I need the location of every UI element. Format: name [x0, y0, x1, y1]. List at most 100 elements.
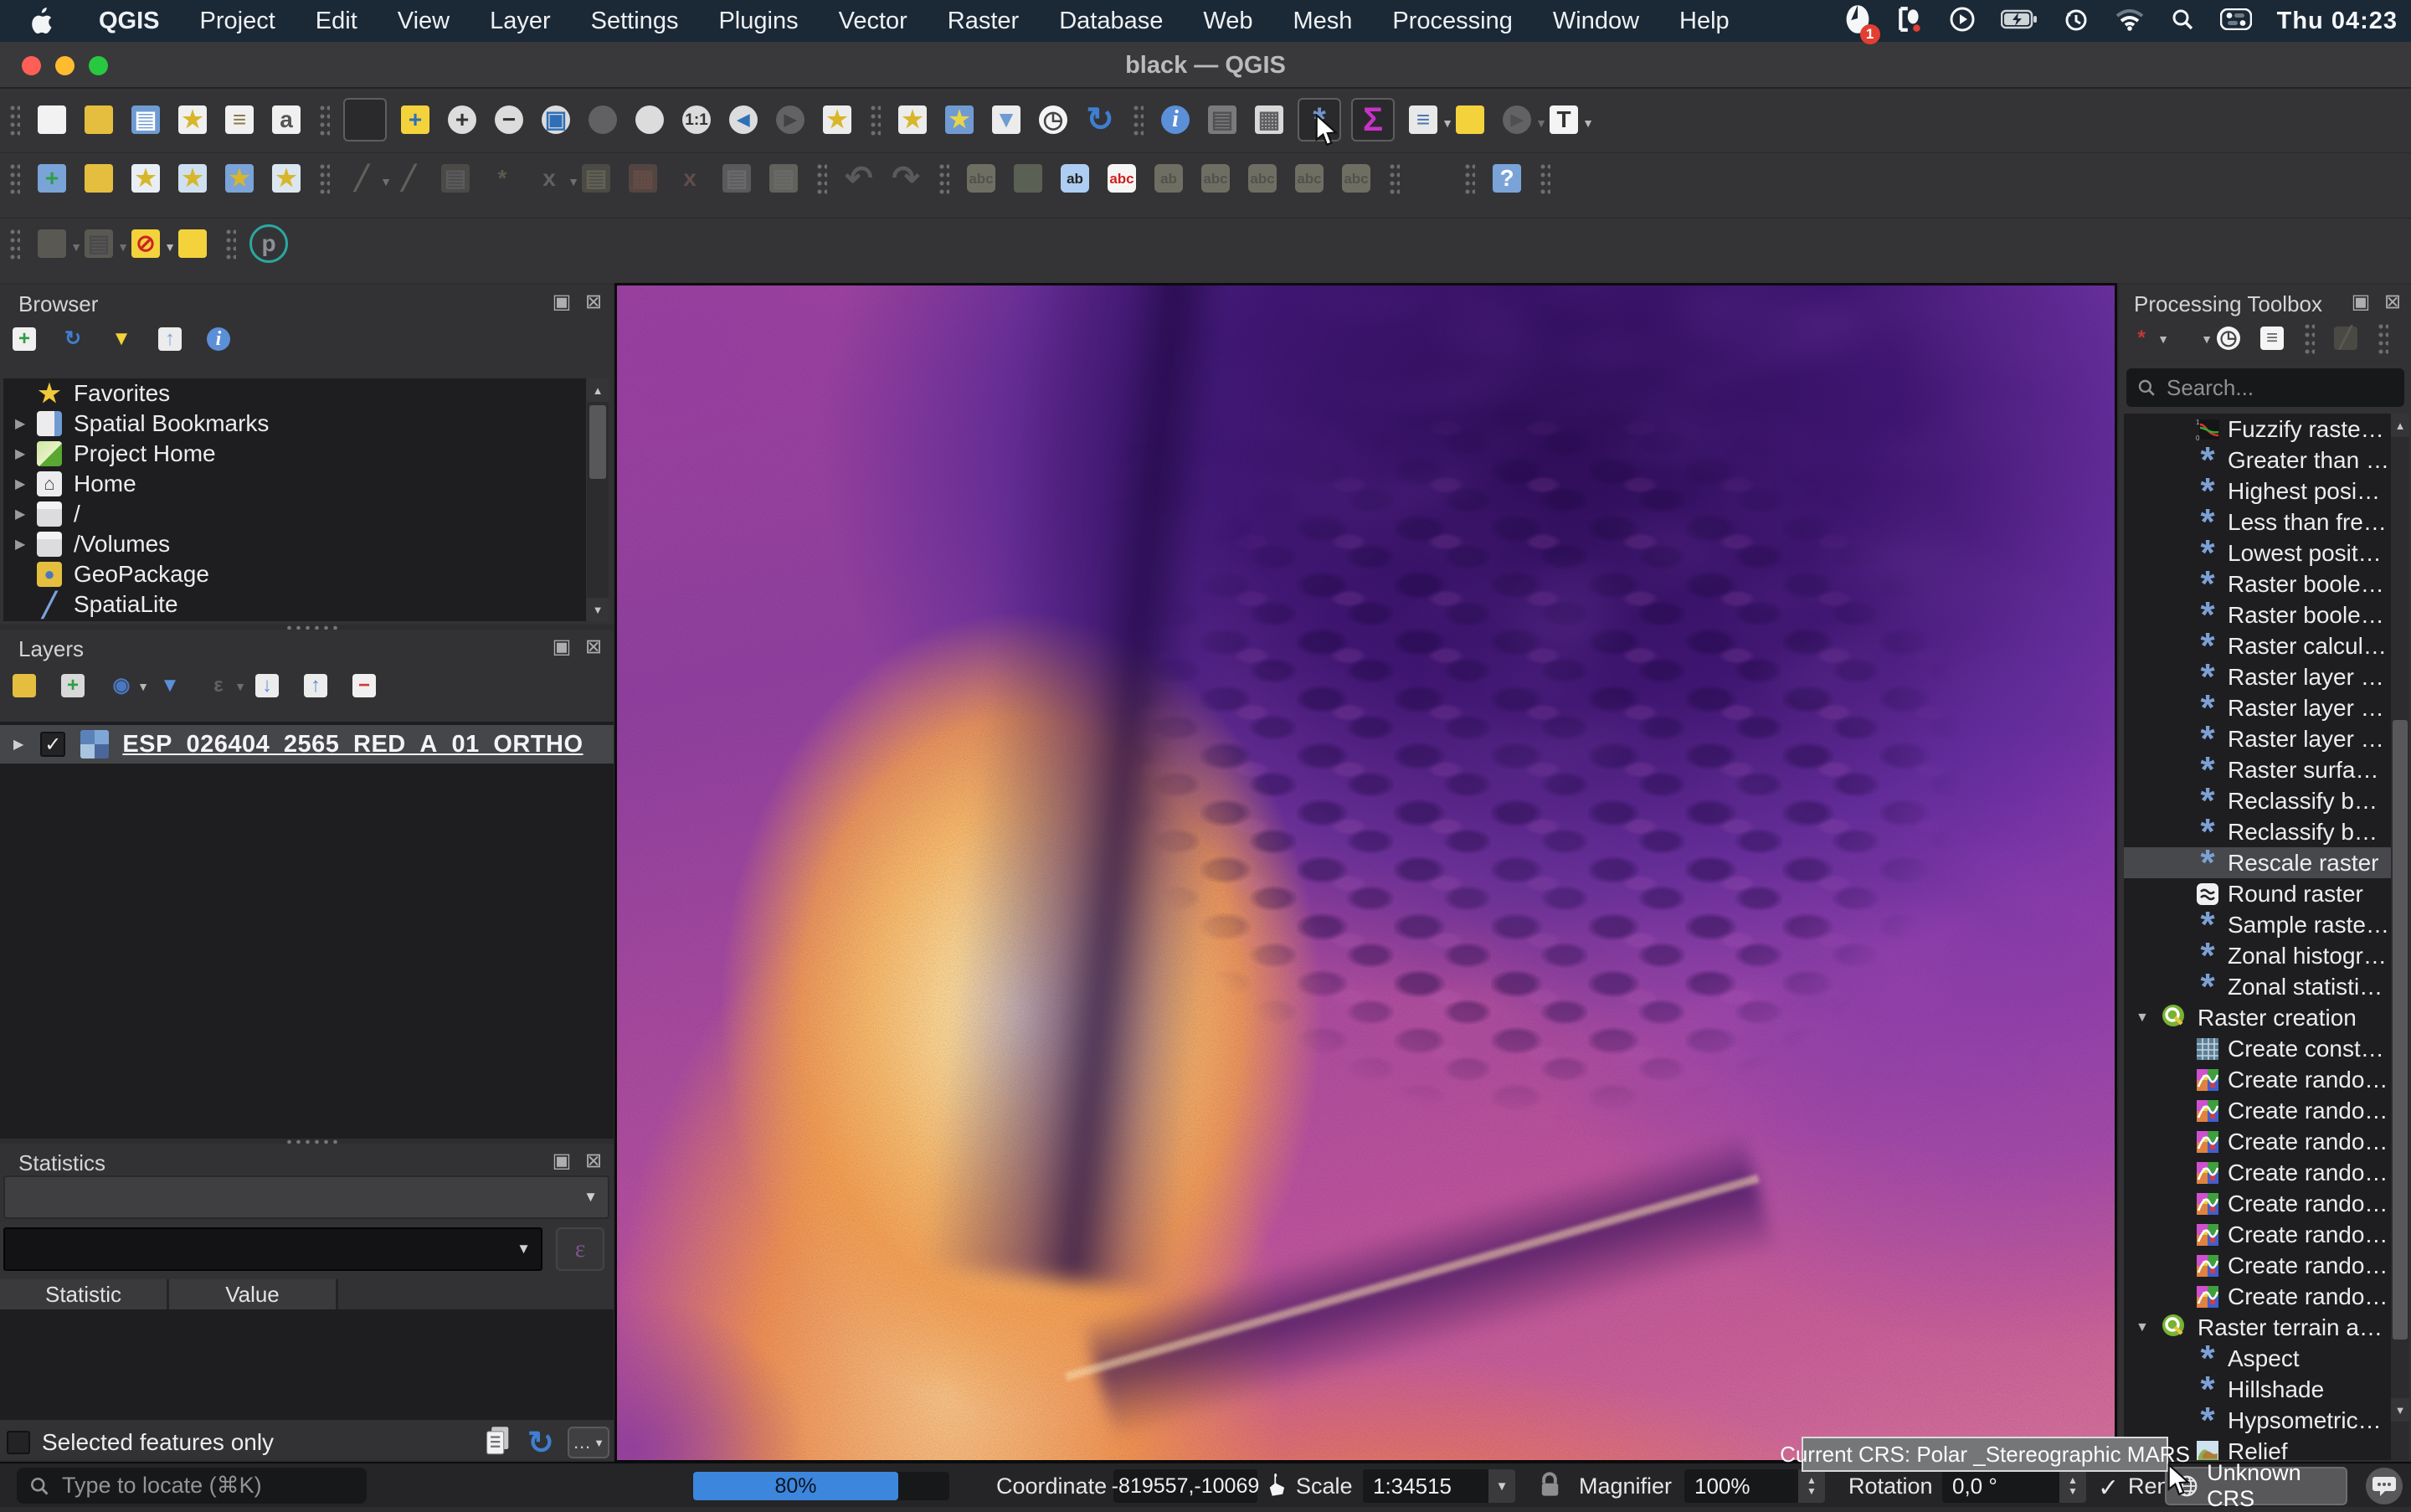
collapse-all-icon[interactable]: ↑	[154, 323, 186, 355]
menu-item-qgis[interactable]: QGIS	[79, 8, 180, 35]
expression-button[interactable]: ε	[556, 1227, 604, 1271]
copy-features-icon[interactable]: ▤	[718, 160, 755, 197]
toggle-editing-icon[interactable]: ╱	[390, 160, 427, 197]
time-machine-icon[interactable]	[2063, 6, 2090, 37]
layer-name[interactable]: ESP_026404_2565_RED_A_01_ORTHO	[122, 731, 583, 759]
coordinate-value[interactable]: -819557,-10069	[1113, 1469, 1257, 1503]
new-map-view-icon[interactable]: ★	[819, 101, 856, 138]
toolbox-algorithm-createconst[interactable]: Create const…	[2124, 1033, 2391, 1064]
toolbox-scrollbar[interactable]: ▲▼	[2391, 414, 2409, 1460]
undo-icon[interactable]: ↶	[841, 160, 877, 197]
menu-item-web[interactable]: Web	[1183, 8, 1272, 35]
zoom-native-icon[interactable]: 1:1	[678, 101, 715, 138]
select-by-location-icon[interactable]	[174, 225, 211, 262]
browser-item-geopackage[interactable]: ●GeoPackage	[3, 559, 586, 589]
new-spatialite-layer-icon[interactable]: ★	[221, 160, 258, 197]
toolbox-algorithm-aspect[interactable]: *Aspect	[2124, 1343, 2391, 1374]
magnifier-spinbox[interactable]: 100% ▲▼	[1684, 1469, 1825, 1503]
toolbox-python-icon[interactable]: ▼	[2169, 322, 2201, 354]
toolbox-group-rastercreation[interactable]: ▼Raster creation	[2124, 1002, 2391, 1033]
toolbox-algorithm-rasterlayer[interactable]: *Raster layer …	[2124, 723, 2391, 754]
toolbox-algorithm-greaterthan[interactable]: *Greater than …	[2124, 445, 2391, 476]
browser-float-icon[interactable]: ▣	[550, 290, 573, 314]
toolbox-float-icon[interactable]: ▣	[2349, 290, 2372, 314]
toolbox-algorithm-zonalhistogr[interactable]: *Zonal histogr…	[2124, 940, 2391, 971]
remove-layer-icon[interactable]: −	[348, 670, 380, 702]
menu-item-raster[interactable]: Raster	[928, 8, 1039, 35]
cut-features-icon[interactable]: x	[671, 160, 708, 197]
refresh-browser-icon[interactable]: ↻	[57, 323, 89, 355]
toolbox-algorithm-createrando[interactable]: Create rando…	[2124, 1250, 2391, 1281]
toolbox-results-viewer-icon[interactable]: ≡	[2256, 322, 2288, 354]
show-spatial-bookmarks-icon[interactable]: ▼	[988, 101, 1025, 138]
layer-diagram-icon[interactable]	[1010, 160, 1046, 197]
toolbox-algorithm-rasterboole[interactable]: *Raster boole…	[2124, 599, 2391, 630]
toolbox-algorithm-createrando[interactable]: Create rando…	[2124, 1064, 2391, 1095]
expand-icon[interactable]: ▶	[15, 506, 25, 522]
zoom-last-icon[interactable]: ◀	[725, 101, 762, 138]
app-notification-icon[interactable]: 1	[1843, 3, 1872, 39]
browser-scrollbar[interactable]: ▲▼	[587, 378, 609, 621]
toolbox-algorithm-lowestposit[interactable]: *Lowest posit…	[2124, 537, 2391, 568]
menu-item-help[interactable]: Help	[1659, 8, 1750, 35]
toolbox-algorithm-rastercalcul[interactable]: *Raster calcul…	[2124, 630, 2391, 661]
statistical-summary-icon[interactable]: ▦	[1251, 101, 1288, 138]
toolbox-algorithm-rasterboole[interactable]: *Raster boole…	[2124, 568, 2391, 599]
save-project-icon[interactable]: ▤	[127, 101, 164, 138]
new-virtual-layer-icon[interactable]: ★	[268, 160, 305, 197]
menu-item-mesh[interactable]: Mesh	[1272, 8, 1372, 35]
toolbox-algorithm-reclassifyb[interactable]: *Reclassify b…	[2124, 816, 2391, 847]
statistics-layer-select[interactable]: ▼	[3, 1175, 609, 1219]
browser-item-spatialbookmarks[interactable]: ▶Spatial Bookmarks	[3, 409, 586, 439]
collapse-all-layers-icon[interactable]: ↑	[300, 670, 332, 702]
move-label-diagram-icon[interactable]: abc	[1244, 160, 1281, 197]
toolbox-options-icon[interactable]: /	[2403, 322, 2411, 354]
statistics-menu-button[interactable]: …▼	[568, 1427, 609, 1458]
toolbox-algorithm-createrando[interactable]: Create rando…	[2124, 1126, 2391, 1157]
menu-item-plugins[interactable]: Plugins	[698, 8, 818, 35]
style-manager-icon[interactable]: a	[268, 101, 305, 138]
statistics-column-statistic[interactable]: Statistic	[0, 1279, 169, 1309]
lock-scale-icon[interactable]	[1539, 1472, 1560, 1503]
zoom-out-icon[interactable]: −	[491, 101, 527, 138]
statistics-close-icon[interactable]: ⊠	[582, 1149, 605, 1173]
toolbox-algorithm-hillshade[interactable]: *Hillshade	[2124, 1374, 2391, 1405]
toolbox-algorithm-rasterlayer[interactable]: *Raster layer …	[2124, 692, 2391, 723]
toolbox-algorithm-highestposi[interactable]: *Highest posi…	[2124, 476, 2391, 507]
layer-visibility-checkbox[interactable]: ✓	[40, 732, 65, 757]
toolbox-algorithm-rastersurfa[interactable]: *Raster surfa…	[2124, 754, 2391, 785]
toolbox-algorithm-lessthanfre[interactable]: *Less than fre…	[2124, 507, 2391, 537]
filter-browser-icon[interactable]: ▼	[105, 323, 137, 355]
menu-item-window[interactable]: Window	[1533, 8, 1659, 35]
expand-icon[interactable]: ▶	[15, 536, 25, 553]
scale-select[interactable]: 1:34515 ▼	[1363, 1469, 1515, 1503]
paste-features-icon[interactable]: ▤	[765, 160, 802, 197]
browser-properties-icon[interactable]: i	[203, 323, 234, 355]
toolbox-history-icon[interactable]: ◷	[2213, 322, 2244, 354]
toolbox-search-input[interactable]: Search...	[2126, 368, 2404, 407]
open-layer-styling-icon[interactable]	[8, 670, 40, 702]
move-label-icon[interactable]: ab	[1150, 160, 1187, 197]
deselect-features-icon[interactable]: ⊘▼	[127, 225, 164, 262]
copy-statistics-icon[interactable]	[484, 1425, 512, 1461]
toolbox-algorithm-createrando[interactable]: Create rando…	[2124, 1281, 2391, 1312]
help-icon[interactable]: ?	[1488, 160, 1525, 197]
browser-item-volumes[interactable]: ▶/Volumes	[3, 529, 586, 559]
expand-icon[interactable]: ▶	[15, 415, 25, 432]
menu-item-processing[interactable]: Processing	[1372, 8, 1532, 35]
browser-close-icon[interactable]: ⊠	[582, 290, 605, 314]
change-label-properties-icon[interactable]: abc	[1338, 160, 1375, 197]
manage-map-themes-icon[interactable]: ◉▼	[105, 670, 137, 702]
browser-item-[interactable]: ▶/	[3, 499, 586, 529]
zoom-in-icon[interactable]: +	[444, 101, 481, 138]
collapse-icon[interactable]: ▼	[2136, 1011, 2149, 1026]
new-shapefile-layer-icon[interactable]: ★	[127, 160, 164, 197]
messages-icon[interactable]	[2366, 1468, 2403, 1504]
pin-labels-icon[interactable]: ab	[1056, 160, 1093, 197]
toolbox-algorithm-hypsometric[interactable]: *Hypsometric…	[2124, 1405, 2391, 1436]
layer-row[interactable]: ▶ ✓ ESP_026404_2565_RED_A_01_ORTHO	[0, 725, 614, 764]
layer-labeling-icon[interactable]: abc	[963, 160, 1000, 197]
statistics-column-value[interactable]: Value	[169, 1279, 338, 1309]
menu-clock[interactable]: Thu 04:23	[2277, 8, 2398, 35]
toolbox-algorithm-rescaleraster[interactable]: *Rescale raster	[2124, 847, 2391, 878]
